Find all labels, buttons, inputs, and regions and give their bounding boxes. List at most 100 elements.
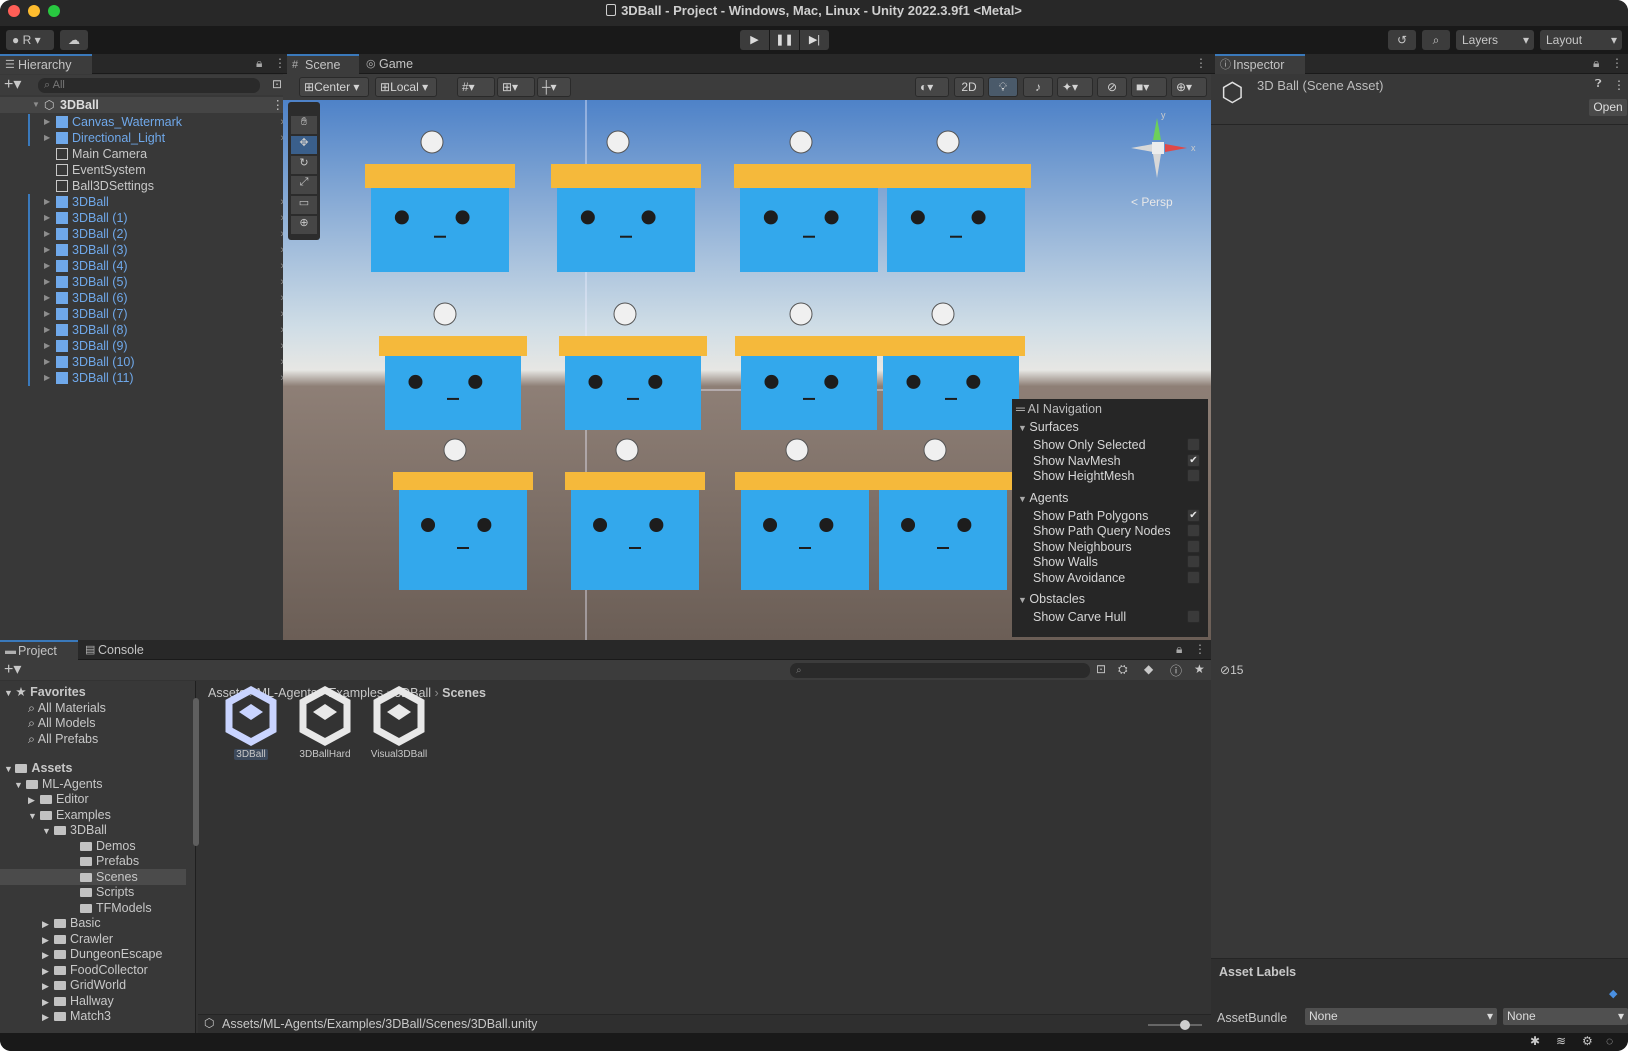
assetbundle-dropdown[interactable]: None ▾ (1305, 1008, 1497, 1025)
move-tool-button[interactable]: ✥ (291, 136, 317, 154)
assets-row[interactable]: ▼ Assets (0, 760, 186, 776)
pivot-dropdown[interactable]: ⊞Center ▾ (299, 77, 369, 97)
hand-tool-button[interactable]: ✋︎ (291, 116, 317, 134)
expand-arrow-icon[interactable]: ▶ (44, 194, 50, 210)
draw-mode-dropdown[interactable]: ◐▾ (915, 77, 949, 97)
tab-game[interactable]: ◎ Game (361, 54, 433, 74)
asset-tile[interactable]: 3DBallHard (290, 686, 360, 760)
camera-dropdown[interactable]: ■▾ (1131, 77, 1167, 97)
ball[interactable] (433, 302, 457, 326)
ball[interactable] (931, 302, 955, 326)
hierarchy-item[interactable]: ▶Canvas_Watermark› (0, 114, 292, 130)
hierarchy-search-input[interactable]: ⌕ All (38, 78, 260, 93)
ball[interactable] (936, 130, 960, 154)
layers-dropdown[interactable]: Layers ▾ (1456, 30, 1534, 50)
folder-item[interactable]: ▶ FoodCollector (0, 962, 186, 978)
rect-tool-button[interactable]: ▭ (291, 196, 317, 214)
search-by-label-icon[interactable]: ⛭ (1118, 662, 1128, 677)
folder-item[interactable]: Scenes (0, 868, 186, 885)
grid-visibility-button[interactable]: ⊞▾ (497, 77, 535, 97)
icon-size-slider[interactable] (1148, 1020, 1202, 1030)
warning-icon[interactable]: ⓘ (1170, 662, 1182, 679)
toggle-2d-button[interactable]: 2D (954, 77, 984, 97)
expand-arrow-icon[interactable]: ▼ (4, 764, 15, 774)
hierarchy-item[interactable]: EventSystem (0, 162, 292, 178)
folder-item[interactable]: ▼ ML-Agents (0, 776, 186, 792)
search-button[interactable]: ⌕ (1422, 30, 1450, 50)
expand-arrow-icon[interactable]: ▶ (44, 242, 50, 258)
hierarchy-item[interactable]: ▶3DBall (10)› (0, 354, 292, 370)
hierarchy-item[interactable]: ▶3DBall (2)› (0, 226, 292, 242)
folder-item[interactable]: ▶ Crawler (0, 931, 186, 947)
favorite-item[interactable]: ⌕ All Models (0, 715, 186, 731)
space-dropdown[interactable]: ⊞Local ▾ (375, 77, 437, 97)
option-checkbox[interactable] (1187, 570, 1200, 584)
hierarchy-item[interactable]: ▶3DBall› (0, 194, 292, 210)
ball[interactable] (606, 130, 630, 154)
expand-arrow-icon[interactable]: ▶ (44, 226, 50, 242)
hierarchy-item[interactable]: ▶3DBall (4)› (0, 258, 292, 274)
ball[interactable] (420, 130, 444, 154)
tag-icon[interactable]: ◆ (1609, 987, 1617, 1000)
kebab-menu-icon[interactable]: ⋮ (1194, 642, 1206, 656)
hierarchy-item[interactable]: ▶3DBall (5)› (0, 274, 292, 290)
settings-icon[interactable]: ⚙ (1582, 1034, 1593, 1048)
hierarchy-item[interactable]: ▶3DBall (7)› (0, 306, 292, 322)
option-checkbox[interactable] (1187, 610, 1200, 623)
folder-item[interactable]: Demos (0, 838, 186, 854)
tab-scene[interactable]: # Scene (287, 54, 359, 74)
perspective-label[interactable]: < Persp (1131, 195, 1173, 209)
expand-arrow-icon[interactable]: ▶ (44, 338, 50, 354)
hierarchy-item[interactable]: ▶3DBall (3)› (0, 242, 292, 258)
layers-stack-icon[interactable]: ≋ (1556, 1034, 1566, 1048)
expand-arrow-icon[interactable]: ▶ (44, 322, 50, 338)
gizmos-dropdown[interactable]: ⊕▾ (1171, 77, 1207, 97)
variant-dropdown[interactable]: None ▾ (1503, 1008, 1628, 1025)
folder-item[interactable]: Scripts (0, 884, 186, 900)
layout-dropdown[interactable]: Layout ▾ (1540, 30, 1622, 50)
favorite-item[interactable]: ⌕ All Prefabs (0, 731, 186, 747)
lighting-toggle[interactable]: 💡︎ (988, 77, 1018, 97)
search-by-type-icon[interactable]: ⊡ (1096, 662, 1106, 676)
ball[interactable] (789, 302, 813, 326)
hidden-packages-button[interactable]: ⊘15 (1220, 663, 1243, 677)
slider-thumb[interactable] (1180, 1020, 1190, 1030)
folder-item[interactable]: ▶ Basic (0, 915, 186, 931)
tab-project[interactable]: ▬ Project (0, 640, 78, 660)
hierarchy-item[interactable]: ▶3DBall (1)› (0, 210, 292, 226)
minimize-window-button[interactable] (28, 5, 40, 17)
step-button[interactable]: ▶| (800, 30, 829, 50)
expand-arrow-icon[interactable]: ▶ (44, 306, 50, 322)
option-checkbox[interactable]: ✔ (1187, 453, 1200, 467)
scene-root-row[interactable]: ▼ ⬡ 3DBall ⋮ (0, 97, 292, 113)
section-header[interactable]: ▼ Obstacles (1018, 591, 1085, 607)
option-checkbox[interactable] (1187, 555, 1200, 568)
ball[interactable] (443, 438, 467, 462)
folder-item[interactable]: ▶ Editor (0, 791, 186, 807)
scene-visibility-icon[interactable]: ⊡ (272, 77, 282, 91)
option-checkbox[interactable] (1187, 438, 1200, 451)
section-header[interactable]: ▼ Agents (1018, 490, 1068, 506)
folder-item[interactable]: ▶ DungeonEscape (0, 946, 186, 962)
kebab-menu-icon[interactable]: ⋮ (1611, 56, 1623, 70)
increment-snap-button[interactable]: ┼▾ (537, 77, 571, 97)
section-header[interactable]: ▼ Surfaces (1018, 419, 1079, 435)
option-checkbox[interactable] (1187, 469, 1200, 482)
expand-arrow-icon[interactable]: ▶ (42, 1009, 54, 1025)
create-button[interactable]: +▾ (4, 660, 21, 680)
hierarchy-item[interactable]: ▶Directional_Light› (0, 130, 292, 146)
tab-hierarchy[interactable]: ☰ Hierarchy (0, 54, 92, 74)
ball[interactable] (615, 438, 639, 462)
option-checkbox[interactable] (1187, 524, 1200, 537)
effects-dropdown[interactable]: ✦▾ (1057, 77, 1093, 97)
favorites-row[interactable]: ▼ ★ Favorites (0, 684, 186, 700)
option-checkbox[interactable]: ✔ (1187, 508, 1200, 522)
transform-tool-button[interactable]: ⊕ (291, 216, 317, 234)
folder-item[interactable]: Prefabs (0, 853, 186, 869)
play-button[interactable]: ▶ (740, 30, 769, 50)
lock-icon[interactable]: 🔒︎ (1176, 642, 1182, 657)
expand-arrow-icon[interactable]: ▼ (4, 688, 15, 698)
lock-icon[interactable]: 🔒︎ (256, 56, 262, 71)
cloud-button[interactable]: ☁ (60, 30, 88, 50)
project-search-input[interactable]: ⌕ (790, 663, 1090, 678)
